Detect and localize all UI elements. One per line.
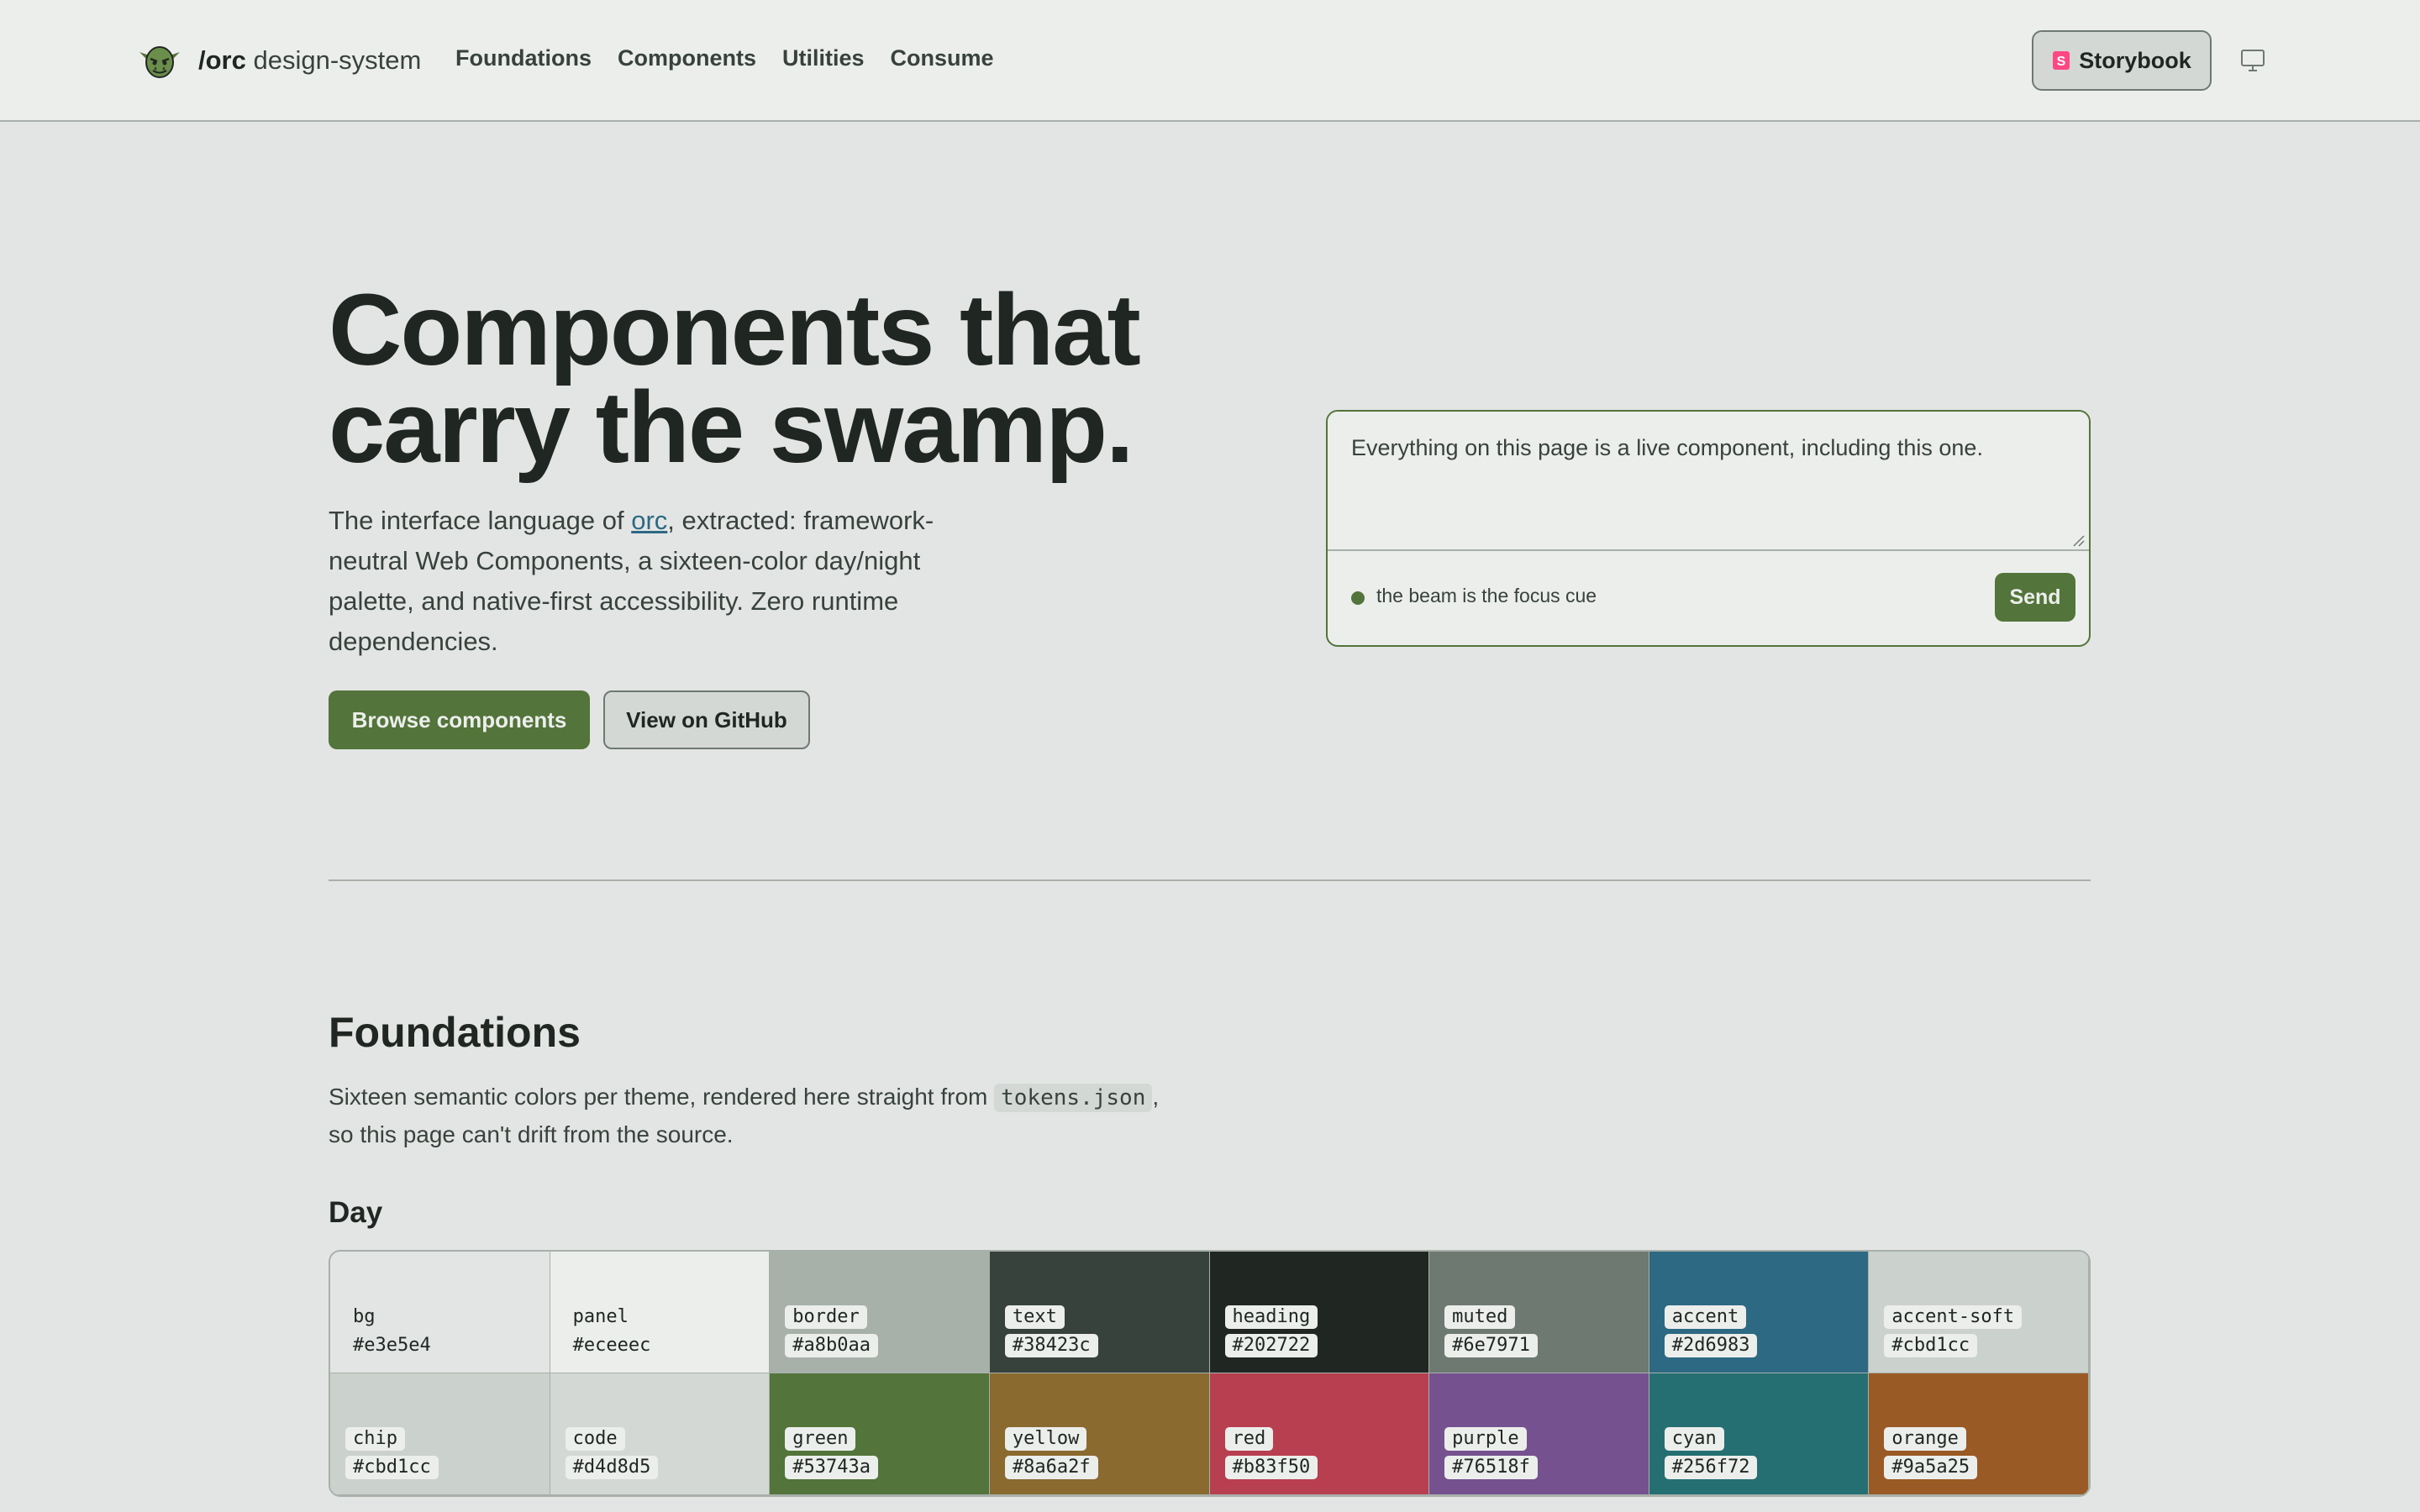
- resize-handle-icon[interactable]: [2072, 534, 2086, 548]
- composer-textarea[interactable]: Everything on this page is a live compon…: [1328, 412, 2089, 551]
- swatch-hex: #b83f50: [1224, 1456, 1318, 1479]
- svg-text:S: S: [2057, 55, 2066, 69]
- swatch-text: text #38423c: [989, 1252, 1210, 1373]
- swatch-hex: #e3e5e4: [353, 1335, 431, 1356]
- hero-lede: The interface language of orc, extracted…: [329, 506, 934, 656]
- brand-name: /orc design-system: [198, 45, 422, 75]
- foundations-lede: Sixteen semantic colors per theme, rende…: [329, 1084, 1160, 1147]
- swatch-name: green: [785, 1427, 856, 1451]
- swatch-name: yellow: [1004, 1427, 1087, 1451]
- swatch-name: text: [1004, 1305, 1065, 1329]
- day-swatch-grid: bg #e3e5e4 panel #eceeec border #a8b0aa text #3…: [329, 1250, 2091, 1497]
- foundations-title: Foundations: [329, 1009, 581, 1056]
- swatch-name: muted: [1444, 1305, 1516, 1329]
- top-bar: /orc design-system Foundations Component…: [0, 0, 2420, 122]
- swatch-name: orange: [1884, 1427, 1966, 1451]
- swatch-name: purple: [1444, 1427, 1527, 1451]
- swatch-name: heading: [1224, 1305, 1318, 1329]
- swatch-labels: muted #6e7971: [1444, 1305, 1538, 1357]
- hero-title: Components that carry the swamp.: [329, 279, 1169, 478]
- swatch-yellow: yellow #8a6a2f: [989, 1373, 1210, 1495]
- swatch-purple: purple #76518f: [1429, 1373, 1649, 1495]
- swatch-hex: #eceeec: [572, 1335, 651, 1356]
- swatch-hex: #d4d8d5: [565, 1456, 659, 1479]
- swatch-border: border #a8b0aa: [770, 1252, 990, 1373]
- swatch-name: panel: [572, 1306, 629, 1327]
- swatch-name: bg: [353, 1306, 376, 1327]
- swatch-bg: bg #e3e5e4: [330, 1252, 550, 1373]
- swatch-labels: cyan #256f72: [1664, 1427, 1758, 1479]
- status-dot: [1351, 591, 1365, 605]
- swatch-name: chip: [345, 1427, 405, 1451]
- swatch-labels: code #d4d8d5: [565, 1427, 659, 1479]
- swatch-hex: #cbd1cc: [345, 1456, 439, 1479]
- swatch-labels: heading #202722: [1224, 1305, 1318, 1357]
- swatch-heading: heading #202722: [1209, 1252, 1430, 1373]
- swatch-hex: #9a5a25: [1884, 1456, 1978, 1479]
- swatch-panel: panel #eceeec: [550, 1252, 771, 1373]
- orc-link[interactable]: orc: [631, 506, 667, 535]
- swatch-cyan: cyan #256f72: [1649, 1373, 1870, 1495]
- swatch-labels: yellow #8a6a2f: [1004, 1427, 1098, 1479]
- main-nav: Foundations Components Utilities Consume: [455, 45, 994, 71]
- view-on-github-button[interactable]: View on GitHub: [603, 690, 810, 749]
- swatch-hex: #6e7971: [1444, 1334, 1538, 1357]
- swatch-hex: #256f72: [1664, 1456, 1758, 1479]
- swatch-labels: chip #cbd1cc: [345, 1427, 439, 1479]
- nav-foundations[interactable]: Foundations: [455, 45, 592, 71]
- swatch-code: code #d4d8d5: [550, 1373, 771, 1495]
- swatch-labels: purple #76518f: [1444, 1427, 1538, 1479]
- nav-components[interactable]: Components: [618, 45, 756, 71]
- swatch-green: green #53743a: [770, 1373, 990, 1495]
- status-text: the beam is the focus cue: [1376, 585, 1597, 606]
- browse-components-button[interactable]: Browse components: [329, 690, 590, 749]
- swatch-hex: #a8b0aa: [785, 1334, 878, 1357]
- swatch-name: cyan: [1664, 1427, 1724, 1451]
- brand-link[interactable]: /orc design-system: [136, 37, 421, 84]
- swatch-name: accent-soft: [1884, 1305, 2023, 1329]
- swatch-labels: orange #9a5a25: [1884, 1427, 1978, 1479]
- swatch-labels: green #53743a: [785, 1427, 878, 1479]
- day-title: Day: [329, 1196, 383, 1229]
- swatch-hex: #38423c: [1004, 1334, 1098, 1357]
- swatch-hex: #53743a: [785, 1456, 878, 1479]
- swatch-hex: #8a6a2f: [1004, 1456, 1098, 1479]
- send-button[interactable]: Send: [1995, 573, 2075, 622]
- swatch-hex: #202722: [1224, 1334, 1318, 1357]
- swatch-name: accent: [1664, 1305, 1747, 1329]
- swatch-red: red #b83f50: [1209, 1373, 1430, 1495]
- swatch-hex: #2d6983: [1664, 1334, 1758, 1357]
- swatch-name: border: [785, 1305, 867, 1329]
- swatch-labels: accent-soft #cbd1cc: [1884, 1305, 2023, 1357]
- swatch-accent: accent #2d6983: [1649, 1252, 1870, 1373]
- tokens-code: tokens.json: [994, 1084, 1153, 1112]
- swatch-labels: bg #e3e5e4: [345, 1305, 439, 1357]
- nav-consume[interactable]: Consume: [891, 45, 994, 71]
- composer-card: Everything on this page is a live compon…: [1326, 410, 2091, 647]
- swatch-name: code: [565, 1427, 625, 1451]
- swatch-hex: #76518f: [1444, 1456, 1538, 1479]
- hero-title-line2: carry the swamp.: [329, 370, 1134, 484]
- swatch-labels: accent #2d6983: [1664, 1305, 1758, 1357]
- swatch-orange: orange #9a5a25: [1869, 1373, 2089, 1495]
- orc-logo-icon: [139, 46, 180, 78]
- monitor-icon[interactable]: [2240, 49, 2265, 72]
- swatch-chip: chip #cbd1cc: [330, 1373, 550, 1495]
- swatch-hex: #cbd1cc: [1884, 1334, 1978, 1357]
- nav-utilities[interactable]: Utilities: [782, 45, 865, 71]
- swatch-name: red: [1224, 1427, 1274, 1451]
- storybook-icon: S: [2053, 51, 2070, 70]
- swatch-labels: text #38423c: [1004, 1305, 1098, 1357]
- storybook-label: Storybook: [2079, 47, 2191, 73]
- storybook-button[interactable]: S Storybook: [2032, 30, 2212, 91]
- swatch-muted: muted #6e7971: [1429, 1252, 1649, 1373]
- swatch-labels: red #b83f50: [1224, 1427, 1318, 1479]
- swatch-labels: panel #eceeec: [566, 1305, 659, 1357]
- section-divider: [329, 879, 2091, 881]
- swatch-accent-soft: accent-soft #cbd1cc: [1869, 1252, 2089, 1373]
- swatch-labels: border #a8b0aa: [785, 1305, 878, 1357]
